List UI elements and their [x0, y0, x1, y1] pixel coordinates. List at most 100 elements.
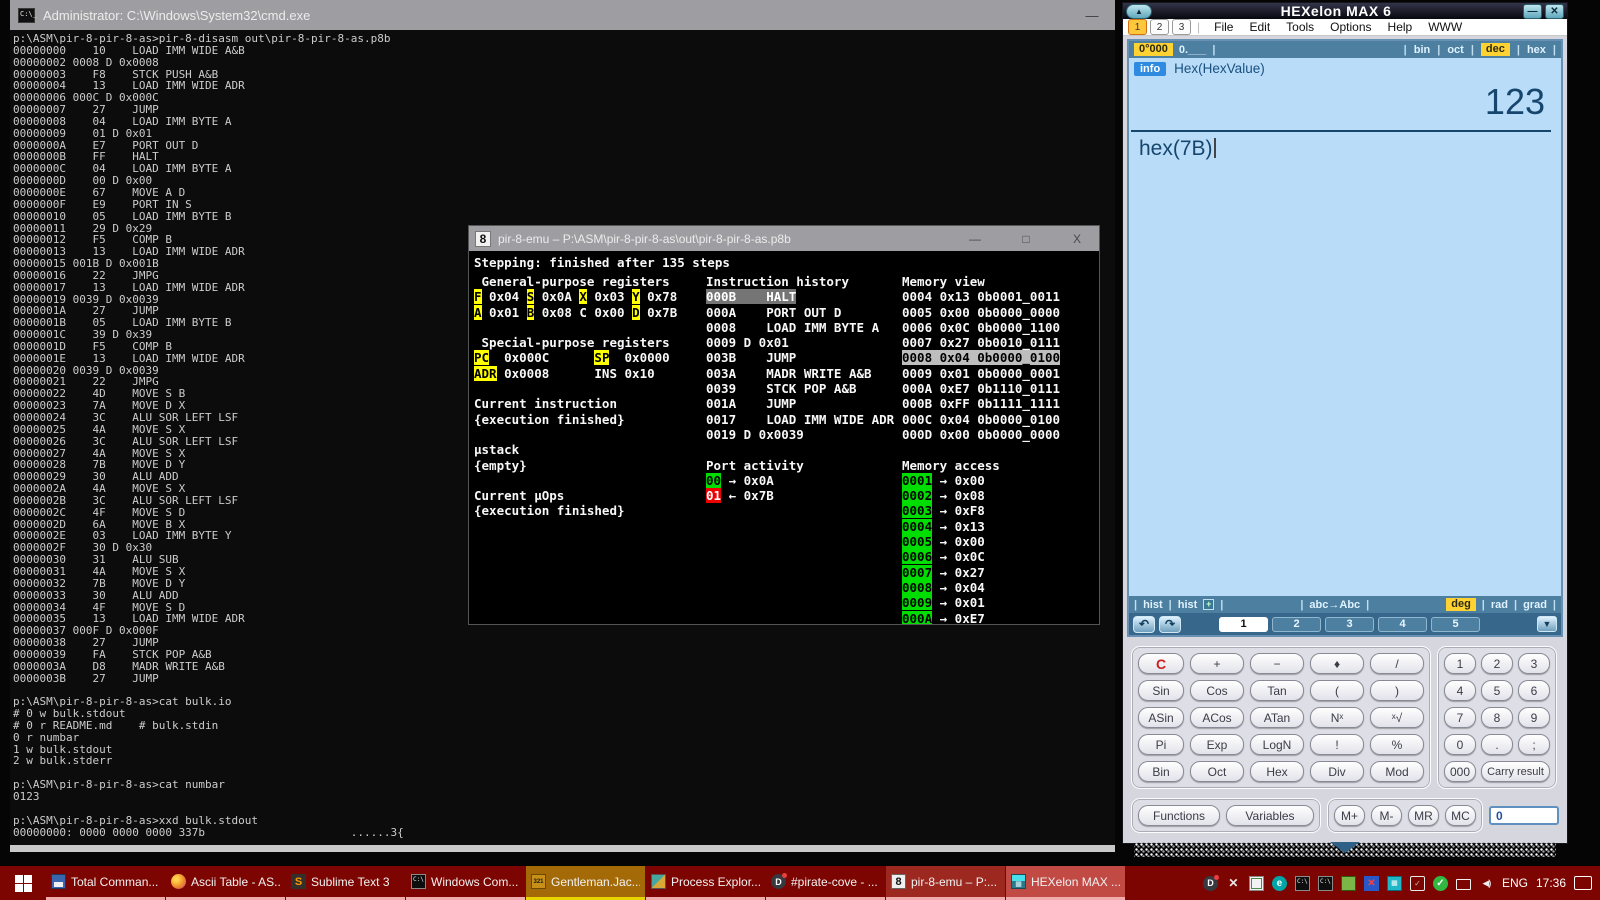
key--[interactable]: /: [1370, 653, 1424, 674]
key-1[interactable]: 1: [1444, 653, 1476, 674]
key-functions[interactable]: Functions: [1138, 805, 1220, 826]
monitor-icon[interactable]: [1456, 879, 1471, 890]
key-0[interactable]: 0: [1444, 734, 1476, 755]
key-6[interactable]: 6: [1518, 680, 1550, 701]
key-logn[interactable]: LogN: [1250, 734, 1304, 755]
cmd-titlebar[interactable]: C:\_ Administrator: C:\Windows\System32\…: [10, 0, 1115, 30]
key-div[interactable]: Div: [1310, 761, 1364, 782]
cmd-icon[interactable]: C:\: [1318, 876, 1333, 891]
taskbar-item-hexelon[interactable]: ▦HEXelon MAX ...: [1006, 866, 1125, 900]
taskbar-item-process-explorer[interactable]: Process Explor...: [646, 866, 765, 900]
taskbar-item-media-player[interactable]: 321Gentleman.Jac...: [526, 866, 645, 900]
key-acos[interactable]: ACos: [1190, 707, 1244, 728]
discord-icon[interactable]: D: [1203, 876, 1218, 891]
cmd-icon[interactable]: C:\: [1295, 876, 1310, 891]
emu-titlebar[interactable]: 8 pir-8-emu – P:\ASM\pir-8-pir-8-as\out\…: [469, 226, 1099, 251]
undo-button[interactable]: ↶: [1133, 616, 1155, 633]
key-000[interactable]: 000: [1444, 761, 1476, 782]
key-9[interactable]: 9: [1518, 707, 1550, 728]
base-mode-bin[interactable]: bin: [1414, 44, 1431, 56]
key-tan[interactable]: Tan: [1250, 680, 1304, 701]
expression-input[interactable]: hex(7B): [1129, 132, 1561, 161]
hist-button[interactable]: hist: [1143, 599, 1163, 611]
taskbar-item-firefox[interactable]: Ascii Table - AS...: [166, 866, 285, 900]
bluex-icon[interactable]: ✕: [1364, 876, 1379, 891]
key-sin[interactable]: Sin: [1138, 680, 1184, 701]
taskbar-item-discord[interactable]: D#pirate-cove - ...: [766, 866, 885, 900]
key--[interactable]: ♦: [1310, 653, 1364, 674]
menu-help[interactable]: Help: [1380, 20, 1421, 34]
emu-close-button[interactable]: X: [1055, 226, 1099, 251]
key-3[interactable]: 3: [1518, 653, 1550, 674]
key-cos[interactable]: Cos: [1190, 680, 1244, 701]
key--[interactable]: ;: [1518, 734, 1550, 755]
history-tab-3[interactable]: 3: [1325, 617, 1374, 632]
key-c[interactable]: C: [1138, 653, 1184, 674]
key-oct[interactable]: Oct: [1190, 761, 1244, 782]
key-exp[interactable]: Exp: [1190, 734, 1244, 755]
key-mminus[interactable]: M-: [1371, 805, 1402, 826]
start-button[interactable]: [0, 866, 46, 900]
key-5[interactable]: 5: [1481, 680, 1513, 701]
cmd-minimize-button[interactable]: —: [1069, 0, 1115, 30]
layout-tab-2[interactable]: 2: [1150, 19, 1169, 35]
key-4[interactable]: 4: [1444, 680, 1476, 701]
key--[interactable]: (: [1310, 680, 1364, 701]
collapse-arrow-icon[interactable]: [1330, 842, 1360, 853]
menu-file[interactable]: File: [1206, 20, 1241, 34]
emu-minimize-button[interactable]: —: [953, 226, 997, 251]
hexelon-minimize-button[interactable]: —: [1523, 4, 1542, 19]
key-n-[interactable]: Nˣ: [1310, 707, 1364, 728]
redo-button[interactable]: ↷: [1159, 616, 1181, 633]
key-atan[interactable]: ATan: [1250, 707, 1304, 728]
layout-tab-1[interactable]: 1: [1128, 19, 1147, 35]
key-8[interactable]: 8: [1481, 707, 1513, 728]
key-mr[interactable]: MR: [1408, 805, 1439, 826]
history-tab-5[interactable]: 5: [1431, 617, 1480, 632]
taskbar-item-cmd[interactable]: C:\Windows Com...: [406, 866, 525, 900]
key--[interactable]: +: [1190, 653, 1244, 674]
hexelon-close-button[interactable]: ✕: [1545, 4, 1564, 19]
menu-edit[interactable]: Edit: [1241, 20, 1278, 34]
key--[interactable]: !: [1310, 734, 1364, 755]
speaker-icon[interactable]: ◀): [1479, 876, 1494, 891]
base-mode-oct[interactable]: oct: [1447, 44, 1464, 56]
emu-maximize-button[interactable]: □: [1004, 226, 1048, 251]
case-toggle-button[interactable]: abc→Abc: [1309, 599, 1360, 611]
gpu-icon[interactable]: [1341, 876, 1356, 891]
key-mplus[interactable]: M+: [1334, 805, 1365, 826]
key-7[interactable]: 7: [1444, 707, 1476, 728]
taskbar-item-sublime[interactable]: SSublime Text 3: [286, 866, 405, 900]
key-2[interactable]: 2: [1481, 653, 1513, 674]
key--[interactable]: −: [1250, 653, 1304, 674]
key--[interactable]: .: [1481, 734, 1513, 755]
hexelon-titlebar[interactable]: ▲ HEXelon MAX 6 — ✕: [1123, 3, 1567, 19]
square-icon[interactable]: [1249, 876, 1264, 891]
memory-value-field[interactable]: 0: [1489, 806, 1559, 825]
taskbar-item-pir8[interactable]: 8pir-8-emu – P:...: [886, 866, 1005, 900]
base-mode-hex[interactable]: hex: [1527, 44, 1546, 56]
history-tab-2[interactable]: 2: [1272, 617, 1321, 632]
x-icon[interactable]: ✕: [1226, 876, 1241, 891]
history-dropdown-button[interactable]: ▼: [1537, 616, 1557, 632]
key-asin[interactable]: ASin: [1138, 707, 1184, 728]
calc-icon[interactable]: ▦: [1387, 876, 1402, 891]
key-variables[interactable]: Variables: [1226, 805, 1314, 826]
key-bin[interactable]: Bin: [1138, 761, 1184, 782]
base-mode-dec[interactable]: dec: [1481, 43, 1510, 56]
key--[interactable]: %: [1370, 734, 1424, 755]
notification-center-icon[interactable]: [1574, 876, 1592, 890]
hist-add-button[interactable]: hist: [1178, 599, 1198, 611]
angle-mode-grad[interactable]: grad: [1523, 599, 1547, 611]
key--[interactable]: ): [1370, 680, 1424, 701]
hist-add-icon[interactable]: +: [1203, 599, 1214, 610]
angle-mode-deg[interactable]: deg: [1446, 598, 1476, 611]
hexelon-rollup-button[interactable]: ▲: [1126, 4, 1152, 19]
menu-www[interactable]: WWW: [1420, 20, 1470, 34]
history-tab-4[interactable]: 4: [1378, 617, 1427, 632]
key--[interactable]: ˣ√: [1370, 707, 1424, 728]
key-pi[interactable]: Pi: [1138, 734, 1184, 755]
usb-icon[interactable]: [1410, 876, 1425, 891]
key-mc[interactable]: MC: [1445, 805, 1476, 826]
history-tab-1[interactable]: 1: [1219, 617, 1268, 632]
